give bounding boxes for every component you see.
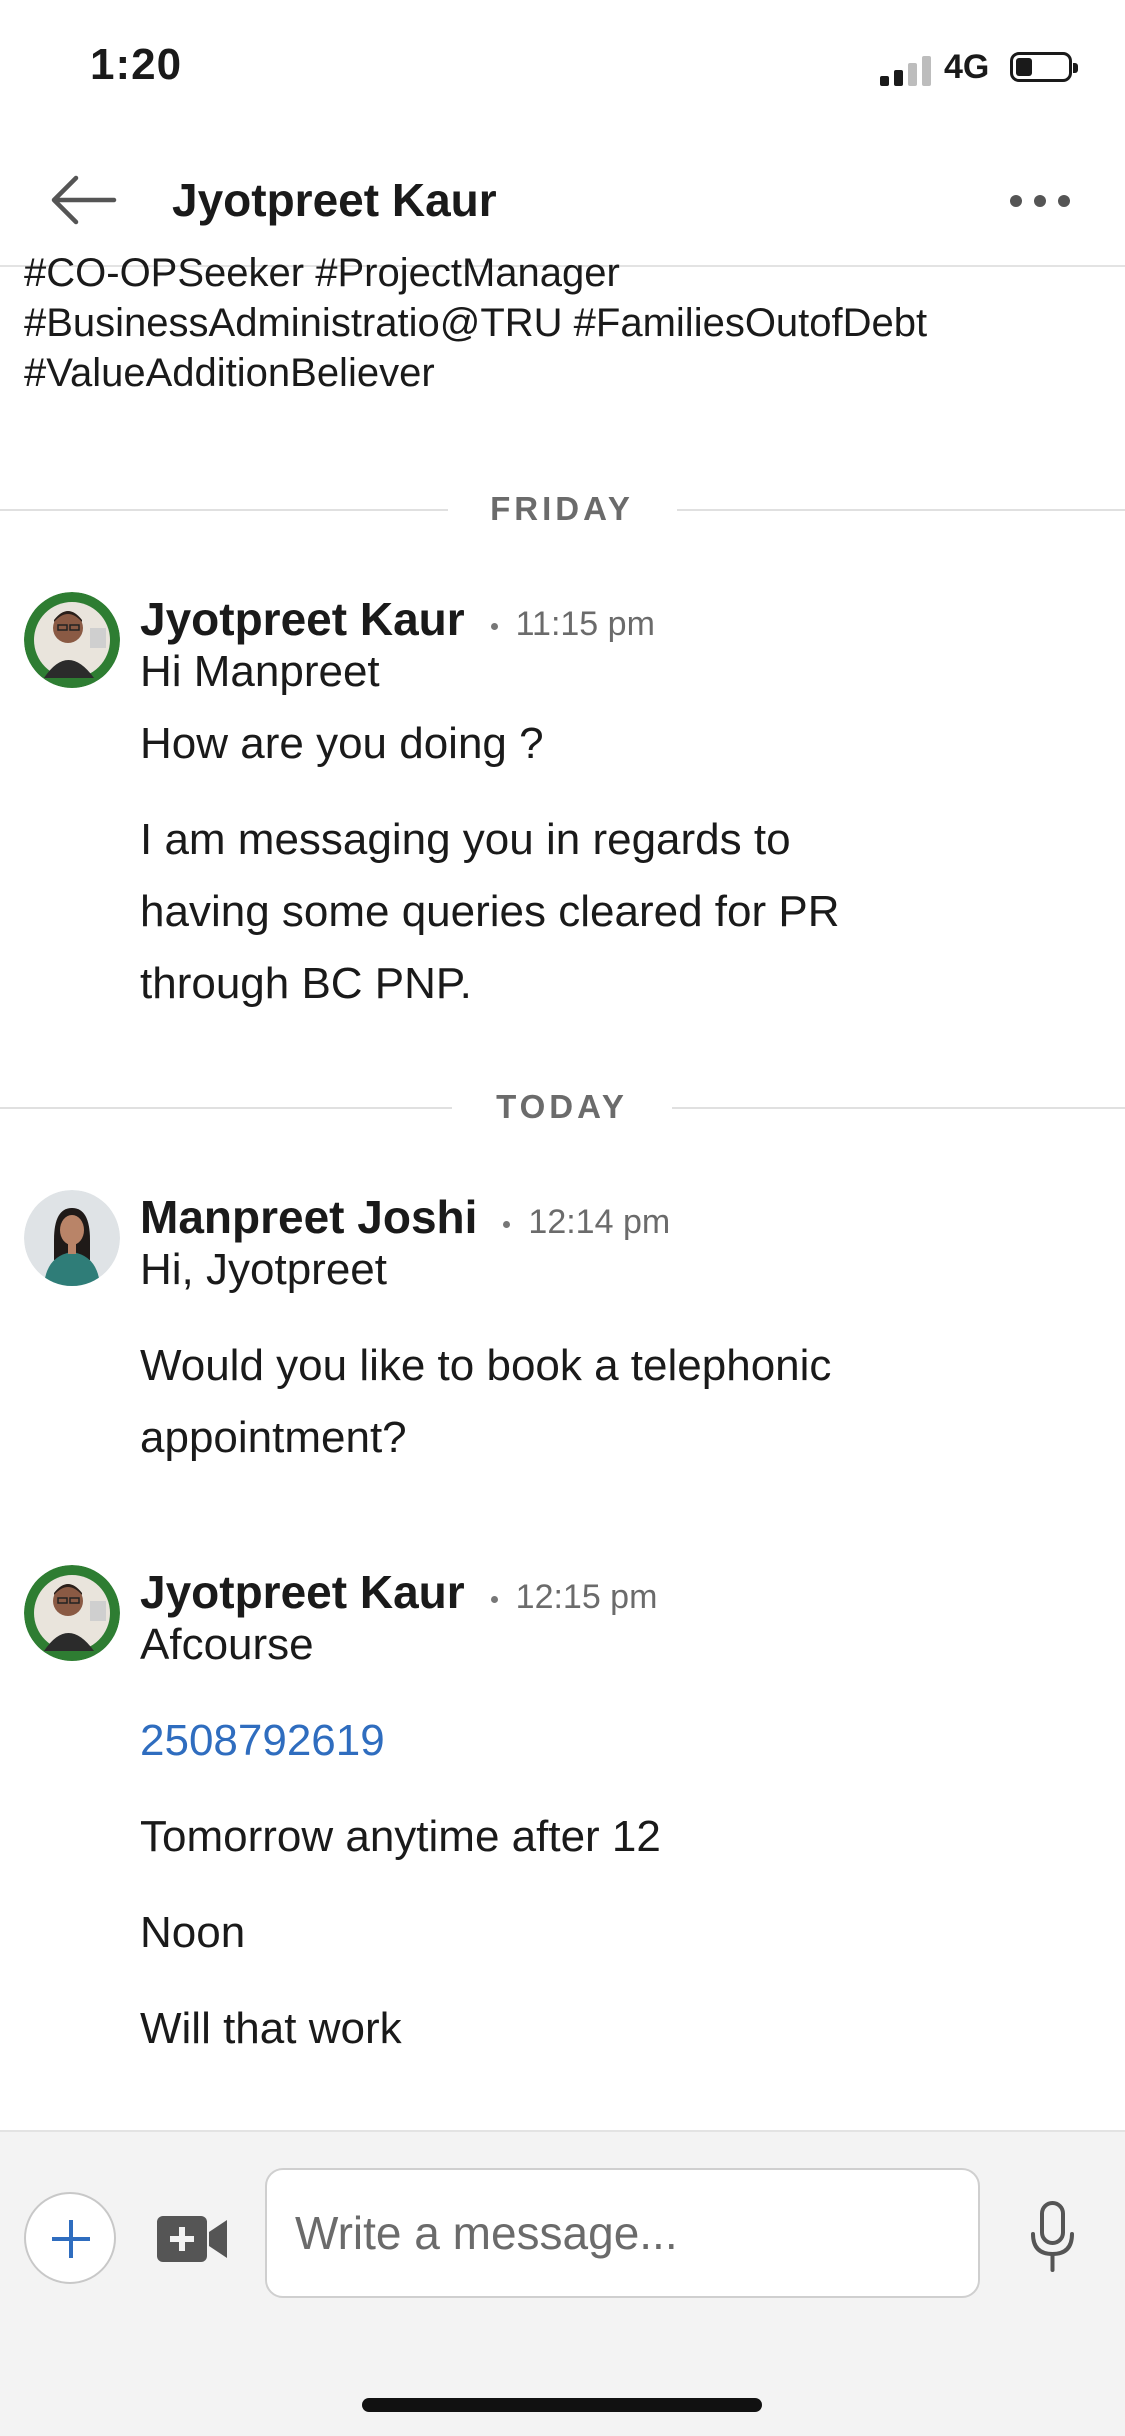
message-text: Would you like to book a telephonic [140,1341,832,1390]
video-camera-icon [157,2216,227,2262]
avatar[interactable] [24,1190,120,1286]
day-divider-today: TODAY [0,1088,1125,1128]
message-text: appointment? [140,1413,407,1462]
profile-photo-icon [24,592,120,688]
message-text: Hi, Jyotpreet [140,1245,387,1294]
status-time: 1:20 [90,40,183,89]
message-text: Will that work [140,2004,402,2053]
day-divider-label: FRIDAY [490,490,634,527]
message-text: How are you doing ? [140,719,544,768]
network-type: 4G [944,48,990,86]
message-composer [0,2130,1125,2436]
more-horizontal-icon [1010,195,1022,207]
battery-icon [1010,52,1078,82]
more-options-button[interactable] [1000,175,1080,225]
separator-dot [490,1596,498,1604]
messaging-screen: 1:20 4G Jyotpreet Kaur #CO-OPSeeker #Pro… [0,0,1125,2436]
message-text: Afcourse [140,1620,314,1669]
microphone-icon [1031,2201,1074,2272]
cellular-signal-icon [880,54,936,86]
home-indicator[interactable] [362,2398,762,2412]
avatar[interactable] [24,1565,120,1661]
day-divider-label: TODAY [496,1088,628,1125]
status-bar: 1:20 4G [0,0,1125,135]
headline-line: #BusinessAdministratio@TRU #FamiliesOuto… [24,301,928,345]
message-text: Noon [140,1908,246,1957]
conversation-title[interactable]: Jyotpreet Kaur [172,173,497,227]
headline-line: #CO-OPSeeker #ProjectManager [24,251,620,295]
headline-line: #ValueAdditionBeliever [24,351,435,395]
video-call-button[interactable] [155,2210,230,2268]
profile-headline: #CO-OPSeeker #ProjectManager #BusinessAd… [24,248,1114,398]
message-input[interactable] [265,2168,980,2298]
arrow-left-icon [51,175,117,225]
message-text: through BC PNP. [140,959,472,1008]
separator-dot [490,623,498,631]
message-text: having some queries cleared for PR [140,887,840,936]
profile-photo-icon [24,1190,120,1286]
voice-message-button[interactable] [1025,2200,1080,2275]
profile-photo-icon [24,1565,120,1661]
message-text: I am messaging you in regards to [140,815,791,864]
day-divider-friday: FRIDAY [0,490,1125,530]
separator-dot [503,1221,511,1229]
avatar[interactable] [24,592,120,688]
phone-number-link[interactable]: 2508792619 [140,1705,1040,1777]
message-text: Tomorrow anytime after 12 [140,1812,661,1861]
back-button[interactable] [42,160,122,240]
message-text: Hi Manpreet [140,647,380,696]
add-attachment-button[interactable] [24,2192,116,2284]
